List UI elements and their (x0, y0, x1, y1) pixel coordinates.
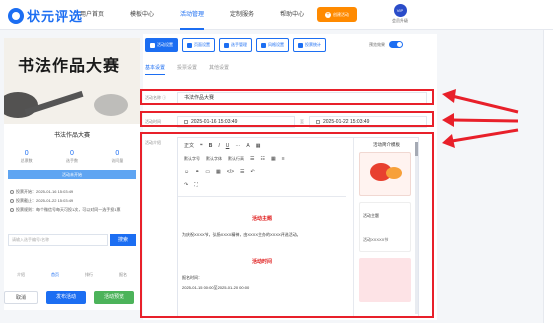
arrow-icon (442, 113, 519, 127)
arrow-icon (442, 128, 519, 148)
annotation-arrows (442, 89, 519, 148)
arrow-icon (442, 89, 519, 114)
